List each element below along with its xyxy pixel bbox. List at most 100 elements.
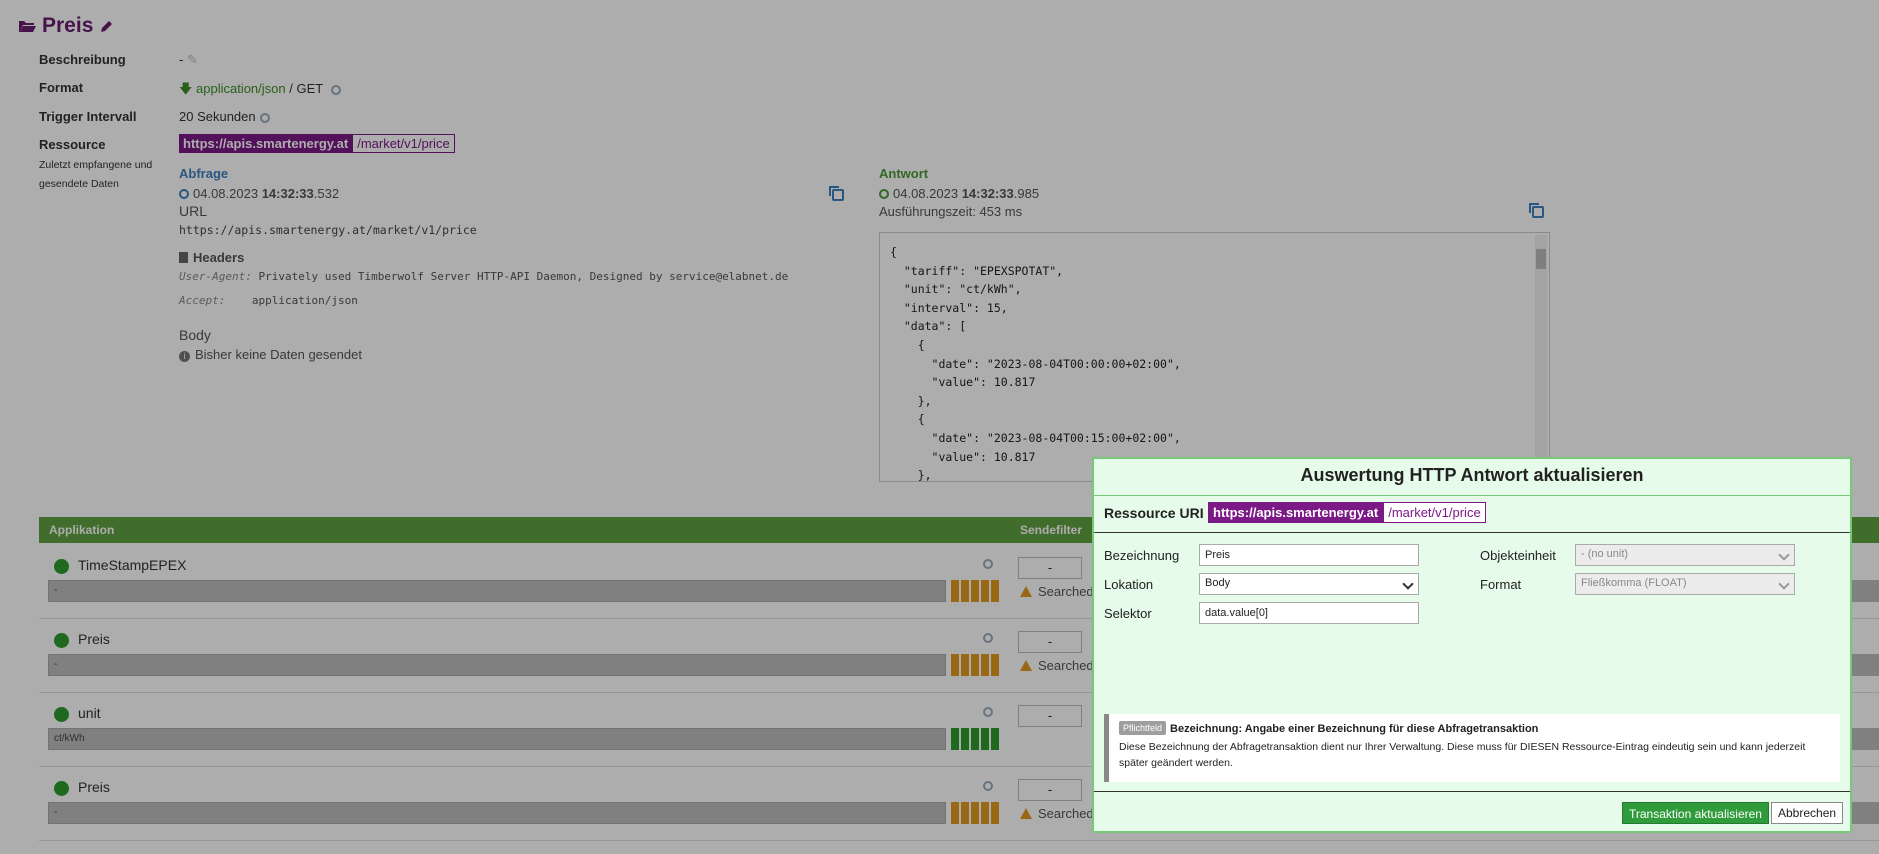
clock-icon bbox=[179, 189, 189, 199]
divider bbox=[1094, 532, 1850, 533]
folder-open-icon bbox=[19, 21, 36, 32]
file-icon bbox=[179, 252, 188, 263]
gear-icon[interactable] bbox=[983, 559, 993, 569]
request-heading: Abfrage bbox=[179, 166, 229, 181]
copy-icon[interactable] bbox=[1529, 203, 1544, 218]
page-title: Preis bbox=[18, 14, 114, 38]
status-stripes bbox=[951, 654, 999, 676]
beschreibung-label: Beschreibung bbox=[39, 52, 126, 67]
divider bbox=[1094, 791, 1850, 792]
arrow-down-icon: 🡇 bbox=[179, 81, 193, 96]
gear-icon[interactable] bbox=[983, 781, 993, 791]
lokation-select[interactable]: Body bbox=[1199, 573, 1419, 595]
row-value-bar: - bbox=[48, 580, 946, 602]
url-label: URL bbox=[179, 203, 208, 219]
trigger-label: Trigger Intervall bbox=[39, 109, 137, 124]
status-dot bbox=[54, 559, 69, 574]
pencil-icon[interactable] bbox=[99, 19, 114, 34]
ressource-url[interactable]: https://apis.smartenergy.at /market/v1/p… bbox=[179, 134, 455, 153]
request-url: https://apis.smartenergy.at/market/v1/pr… bbox=[179, 223, 477, 237]
gear-icon[interactable] bbox=[983, 707, 993, 717]
filter-button[interactable]: - bbox=[1018, 631, 1082, 653]
help-title: Bezeichnung: Angabe einer Bezeichnung fü… bbox=[1170, 723, 1539, 735]
status-stripes bbox=[951, 728, 999, 750]
objekteinheit-label: Objekteinheit bbox=[1480, 548, 1556, 563]
bezeichnung-input[interactable] bbox=[1199, 544, 1419, 566]
uri-label: Ressource URI bbox=[1104, 505, 1204, 521]
uri-value: https://apis.smartenergy.at /market/v1/p… bbox=[1208, 502, 1486, 523]
row-name: Preis bbox=[78, 631, 110, 647]
header-accept: Accept: application/json bbox=[179, 294, 358, 307]
response-json-viewer[interactable]: { "tariff": "EPEXSPOTAT", "unit": "ct/kW… bbox=[879, 232, 1550, 482]
lokation-label: Lokation bbox=[1104, 577, 1154, 592]
info-icon: i bbox=[179, 351, 190, 362]
request-timestamp: 04.08.2023 14:32:33.532 bbox=[179, 186, 339, 201]
response-heading: Antwort bbox=[879, 166, 929, 181]
format-label: Format bbox=[39, 80, 84, 95]
scrollbar[interactable] bbox=[1535, 235, 1547, 477]
filter-button[interactable]: - bbox=[1018, 779, 1082, 801]
update-transaction-dialog: Auswertung HTTP Antwort aktualisieren Re… bbox=[1092, 457, 1852, 833]
response-timestamp: 04.08.2023 14:32:33.985 bbox=[879, 186, 1039, 201]
status-dot bbox=[54, 781, 69, 796]
row-value-bar: - bbox=[48, 802, 946, 824]
header-user-agent: User-Agent: Privately used Timberwolf Se… bbox=[179, 270, 789, 283]
cancel-button[interactable]: Abbrechen bbox=[1771, 802, 1844, 824]
response-json: { "tariff": "EPEXSPOTAT", "unit": "ct/kW… bbox=[890, 245, 1181, 482]
row-name: unit bbox=[78, 705, 101, 721]
warning-text: Searched bbox=[1020, 584, 1094, 599]
warning-text: Searched bbox=[1020, 658, 1094, 673]
selektor-label: Selektor bbox=[1104, 606, 1152, 621]
ressource-host: https://apis.smartenergy.at bbox=[179, 134, 353, 153]
row-name: Preis bbox=[78, 779, 110, 795]
format-field-label: Format bbox=[1480, 577, 1522, 592]
edit-icon[interactable]: ✎ bbox=[187, 52, 198, 67]
update-transaction-button[interactable]: Transaktion aktualisieren bbox=[1622, 802, 1769, 824]
page-title-text: Preis bbox=[42, 14, 94, 37]
required-badge: Pflichtfeld bbox=[1119, 721, 1167, 735]
status-dot bbox=[54, 633, 69, 648]
row-value-bar: ct/kWh bbox=[48, 728, 946, 750]
ressource-path: /market/v1/price bbox=[352, 134, 455, 153]
help-info-box: Pflichtfeld Bezeichnung: Angabe einer Bez… bbox=[1104, 714, 1840, 782]
filter-button[interactable]: - bbox=[1018, 557, 1082, 579]
help-text: Diese Bezeichnung der Abfragetransaktion… bbox=[1119, 741, 1806, 769]
chevron-down-icon bbox=[1778, 549, 1790, 561]
warning-text: Searched bbox=[1020, 806, 1094, 821]
headers-label: Headers bbox=[179, 250, 244, 265]
warning-icon bbox=[1020, 808, 1032, 819]
status-stripes bbox=[951, 580, 999, 602]
beschreibung-value: - ✎ bbox=[179, 52, 198, 67]
divider bbox=[1094, 495, 1850, 496]
selektor-input[interactable] bbox=[1199, 602, 1419, 624]
bezeichnung-label: Bezeichnung bbox=[1104, 548, 1180, 563]
format-type: application/json bbox=[196, 81, 286, 96]
col-sendefilter: Sendefilter bbox=[1020, 523, 1083, 537]
ressource-label: Ressource bbox=[39, 137, 106, 152]
row-value-bar: - bbox=[48, 654, 946, 676]
copy-icon[interactable] bbox=[829, 186, 844, 201]
status-dot bbox=[54, 707, 69, 722]
dialog-title: Auswertung HTTP Antwort aktualisieren bbox=[1300, 465, 1644, 485]
format-value: 🡇 application/json / GET bbox=[179, 80, 341, 102]
gear-icon[interactable] bbox=[983, 633, 993, 643]
gear-icon[interactable] bbox=[259, 112, 270, 123]
ressource-subtext: Zuletzt empfangene und gesendete Daten bbox=[39, 159, 153, 190]
trigger-value: 20 Sekunden bbox=[179, 109, 270, 124]
warning-icon bbox=[1020, 660, 1032, 671]
format-method: / GET bbox=[289, 81, 323, 96]
clock-icon bbox=[879, 189, 889, 199]
status-stripes bbox=[951, 802, 999, 824]
warning-icon bbox=[1020, 586, 1032, 597]
filter-button[interactable]: - bbox=[1018, 705, 1082, 727]
gear-icon[interactable] bbox=[330, 84, 341, 95]
body-value: i Bisher keine Daten gesendet bbox=[179, 347, 362, 362]
col-applikation: Applikation bbox=[49, 523, 115, 537]
chevron-down-icon bbox=[1402, 578, 1414, 590]
row-name: TimeStampEPEX bbox=[78, 557, 187, 573]
objekteinheit-select[interactable]: - (no unit) bbox=[1575, 544, 1795, 566]
format-select[interactable]: Fließkomma (FLOAT) bbox=[1575, 573, 1795, 595]
chevron-down-icon bbox=[1778, 578, 1790, 590]
body-label: Body bbox=[179, 327, 211, 343]
uri-path: /market/v1/price bbox=[1383, 502, 1486, 523]
